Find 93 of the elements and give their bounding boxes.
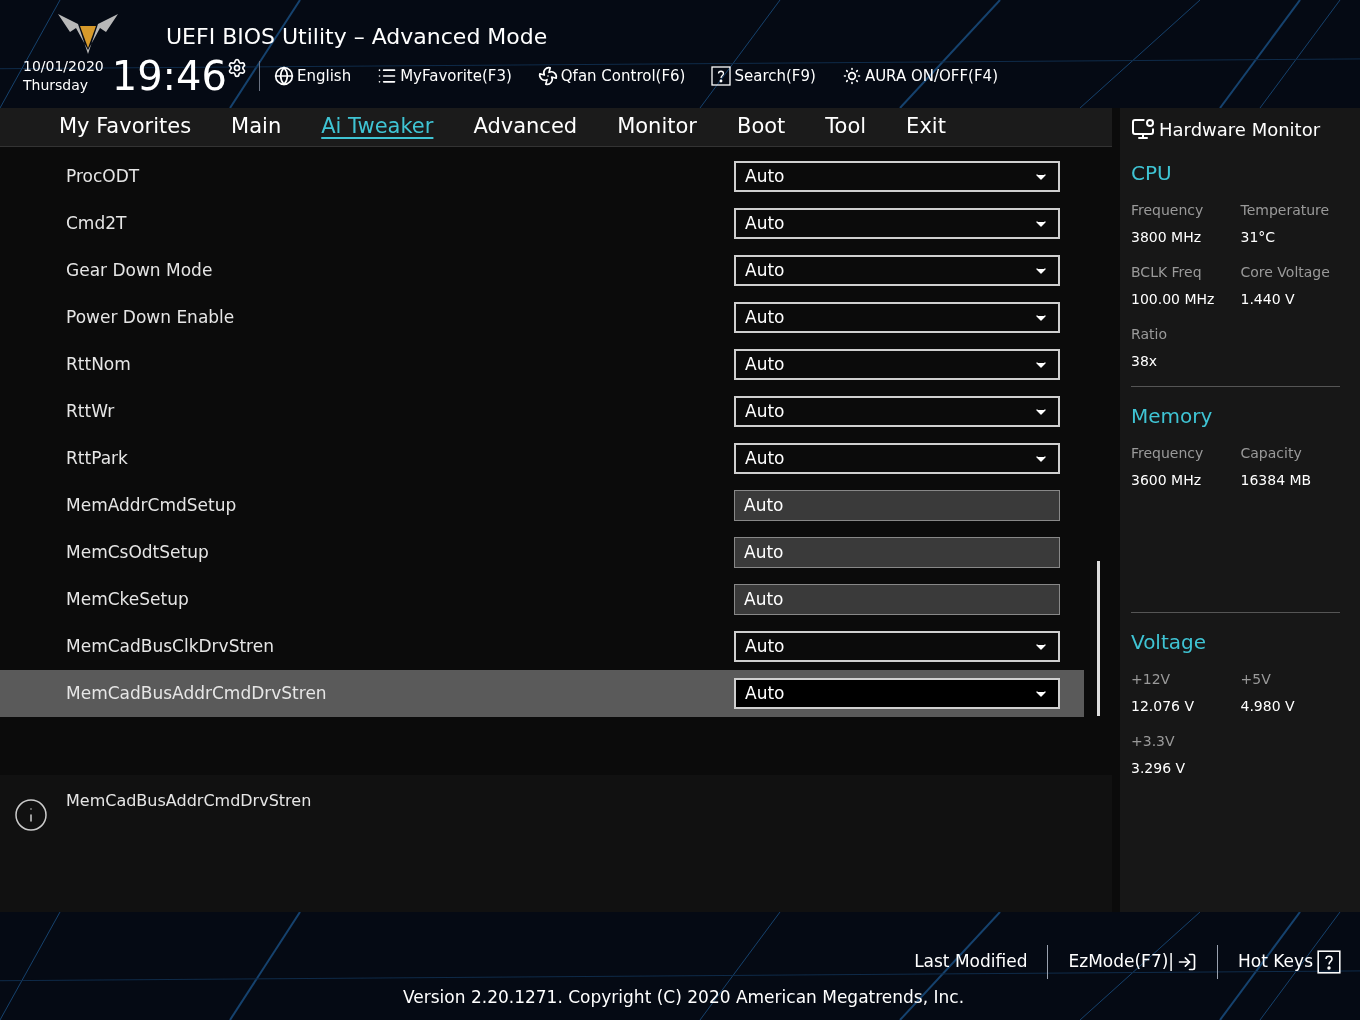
footer-button[interactable]: Last Modified: [914, 949, 1028, 975]
toolbar-button[interactable]: MyFavorite(F3): [377, 64, 512, 88]
setting-dropdown[interactable]: Auto: [734, 443, 1060, 474]
setting-row[interactable]: Cmd2T Auto: [0, 200, 1084, 247]
setting-value-field: Auto: [734, 537, 1060, 568]
monitor-label: BCLK Freq: [1131, 263, 1203, 282]
setting-row[interactable]: MemCkeSetup Auto: [0, 576, 1084, 623]
setting-label: MemCadBusAddrCmdDrvStren: [66, 681, 328, 705]
info-icon: [13, 797, 49, 833]
selected-setting-row[interactable]: MemCadBusAddrCmdDrvStren Auto: [0, 670, 1084, 717]
setting-dropdown[interactable]: Auto: [734, 302, 1060, 333]
setting-label: ProcODT: [66, 164, 141, 188]
monitor-label: Frequency: [1131, 444, 1205, 463]
monitor-label: Frequency: [1131, 201, 1205, 220]
setting-row[interactable]: MemCsOdtSetup Auto: [0, 529, 1084, 576]
monitor-label: +12V: [1131, 670, 1172, 689]
exit-icon: [1177, 952, 1198, 972]
monitor-icon: [1131, 117, 1155, 141]
date-text: 10/01/2020: [23, 57, 104, 76]
panel-title: Hardware Monitor: [1159, 117, 1321, 142]
setting-dropdown[interactable]: Auto: [734, 349, 1060, 380]
monitor-value: 100.00 MHz: [1131, 290, 1216, 309]
monitor-value: 4.980 V: [1240, 697, 1296, 716]
setting-row[interactable]: Power Down Enable Auto: [0, 294, 1084, 341]
monitor-value: 1.440 V: [1240, 290, 1296, 309]
window-title: UEFI BIOS Utility – Advanced Mode: [166, 23, 548, 51]
setting-dropdown[interactable]: Auto: [734, 396, 1060, 427]
fan-icon: [537, 66, 558, 86]
setting-label: Cmd2T: [66, 211, 128, 235]
clock-time: 19:46: [111, 54, 227, 98]
menu-tab[interactable]: Main: [231, 111, 282, 143]
setting-label: MemAddrCmdSetup: [66, 493, 238, 517]
globe-icon: [274, 66, 294, 86]
monitor-value: 3.296 V: [1131, 759, 1187, 778]
scrollbar-thumb[interactable]: [1096, 561, 1100, 716]
menu-tab[interactable]: Tool: [825, 111, 867, 143]
monitor-label: Ratio: [1131, 325, 1168, 344]
toolbar-button[interactable]: Qfan Control(F6): [537, 64, 686, 88]
footer-button[interactable]: EzMode(F7)|: [1068, 949, 1198, 975]
version-text: Version 2.20.1271. Copyright (C) 2020 American Megatrends, Inc.: [403, 986, 966, 1009]
setting-row[interactable]: ProcODT Auto: [0, 153, 1084, 200]
setting-dropdown[interactable]: Auto: [734, 208, 1060, 239]
monitor-label: Core Voltage: [1240, 263, 1331, 282]
setting-dropdown[interactable]: Auto: [734, 631, 1060, 662]
monitor-label: Capacity: [1240, 444, 1303, 463]
section-title: Memory: [1131, 403, 1214, 430]
toolbar-button[interactable]: Search(F9): [711, 64, 816, 88]
setting-label: MemCadBusClkDrvStren: [66, 634, 275, 658]
monitor-label: Temperature: [1240, 201, 1331, 220]
setting-label: RttNom: [66, 352, 132, 376]
help-icon: [711, 66, 732, 86]
section-title: CPU: [1131, 160, 1173, 187]
menu-tab[interactable]: Monitor: [617, 111, 697, 143]
monitor-value: 38x: [1131, 352, 1159, 371]
light-icon: [841, 66, 862, 86]
section-title: Voltage: [1131, 629, 1208, 656]
list-icon: [377, 66, 398, 86]
setting-row[interactable]: RttNom Auto: [0, 341, 1084, 388]
setting-dropdown[interactable]: Auto: [734, 678, 1060, 709]
menu-tab[interactable]: Boot: [736, 111, 786, 143]
monitor-value: 16384 MB: [1240, 471, 1313, 490]
setting-label: MemCsOdtSetup: [66, 540, 210, 564]
setting-label: Power Down Enable: [66, 305, 236, 329]
monitor-value: 3800 MHz: [1131, 228, 1203, 247]
monitor-value: 12.076 V: [1131, 697, 1195, 716]
setting-label: MemCkeSetup: [66, 587, 190, 611]
toolbar-button[interactable]: English: [274, 64, 352, 88]
monitor-label: +3.3V: [1131, 732, 1176, 751]
setting-row[interactable]: Gear Down Mode Auto: [0, 247, 1084, 294]
setting-value-field: Auto: [734, 490, 1060, 521]
help-text: MemCadBusAddrCmdDrvStren: [66, 790, 312, 812]
setting-dropdown[interactable]: Auto: [734, 255, 1060, 286]
menu-tab[interactable]: Ai Tweaker: [321, 111, 434, 143]
monitor-value: 31°C: [1240, 228, 1277, 247]
setting-label: RttPark: [66, 446, 129, 470]
toolbar-button[interactable]: AURA ON/OFF(F4): [841, 64, 998, 88]
menu-tab[interactable]: Advanced: [473, 111, 578, 143]
setting-row[interactable]: MemAddrCmdSetup Auto: [0, 482, 1084, 529]
setting-label: RttWr: [66, 399, 116, 423]
setting-label: Gear Down Mode: [66, 258, 214, 282]
setting-row[interactable]: MemCadBusClkDrvStren Auto: [0, 623, 1084, 670]
setting-value-field: Auto: [734, 584, 1060, 615]
settings-icon[interactable]: [227, 58, 247, 78]
monitor-value: 3600 MHz: [1131, 471, 1203, 490]
menu-tab[interactable]: My Favorites: [59, 111, 192, 143]
setting-dropdown[interactable]: Auto: [734, 161, 1060, 192]
help-icon: [1316, 950, 1342, 974]
menu-tab[interactable]: Exit: [906, 111, 946, 143]
monitor-label: +5V: [1240, 670, 1272, 689]
setting-row[interactable]: RttWr Auto: [0, 388, 1084, 435]
footer-button[interactable]: Hot Keys: [1238, 949, 1342, 975]
day-text: Thursday: [23, 76, 90, 95]
setting-row[interactable]: RttPark Auto: [0, 435, 1084, 482]
